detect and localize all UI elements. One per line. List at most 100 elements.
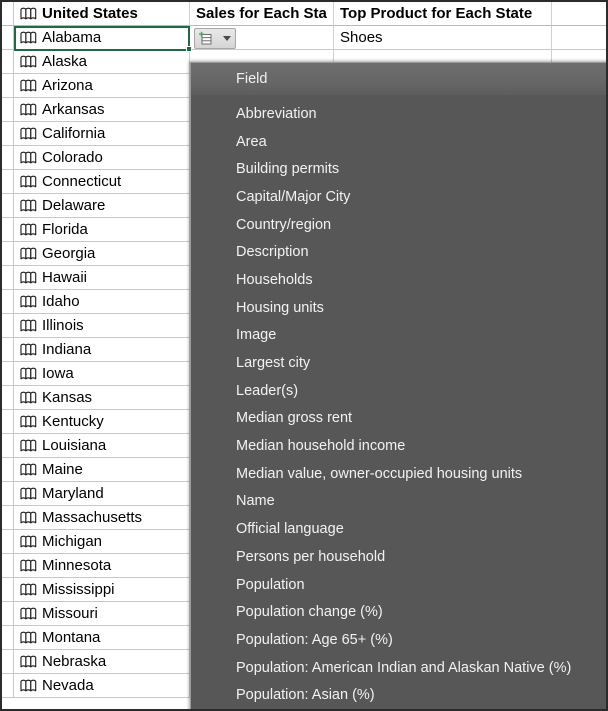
row-gutter [2,458,14,482]
row-gutter [2,146,14,170]
cell-state[interactable]: Minnesota [14,554,190,578]
map-icon [20,415,37,429]
cell-state[interactable]: Florida [14,218,190,242]
cell-state[interactable]: Montana [14,626,190,650]
cell-state[interactable]: Missouri [14,602,190,626]
state-name: Hawaii [42,269,88,286]
field-menu-list[interactable]: Abbreviation Area Building permits Capital/… [191,95,606,709]
row-gutter [2,2,14,26]
field-menu-item[interactable]: Population: American Indian and Alaskan … [191,654,606,682]
row-gutter [2,386,14,410]
state-name: Maryland [42,485,104,502]
field-menu-item[interactable]: Leader(s) [191,377,606,405]
column-header-product[interactable]: Top Product for Each State [334,2,552,26]
field-menu-item[interactable]: Description [191,238,606,266]
field-menu-item[interactable]: Name [191,488,606,516]
cell-state[interactable]: Arizona [14,74,190,98]
state-name: Nebraska [42,653,107,670]
field-menu-item[interactable]: Population: Asian (%) [191,681,606,709]
field-dropdown-menu[interactable]: Field Abbreviation Area Building permits Ca… [190,62,606,709]
row-gutter [2,602,14,626]
insert-data-button[interactable] [194,28,236,49]
map-icon [20,79,37,93]
product-value: Shoes [340,29,383,46]
field-menu-item[interactable]: Median gross rent [191,405,606,433]
state-name: Kansas [42,389,93,406]
field-menu-item[interactable]: Capital/Major City [191,183,606,211]
cell-state[interactable]: Indiana [14,338,190,362]
column-header-state[interactable]: United States [14,2,190,26]
cell-state[interactable]: Idaho [14,290,190,314]
cell-state[interactable]: Maryland [14,482,190,506]
cell-state[interactable]: Alabama [14,26,190,50]
column-header-label: United States [42,5,138,22]
field-menu-item[interactable]: Households [191,266,606,294]
cell-state[interactable]: Illinois [14,314,190,338]
field-menu-item[interactable]: Area [191,128,606,156]
map-icon [20,295,37,309]
cell-state[interactable]: Michigan [14,530,190,554]
cell-state[interactable]: Nevada [14,674,190,698]
spreadsheet-grid[interactable]: United States Sales for Each Sta Top Produ… [0,0,608,711]
map-icon [20,199,37,213]
field-menu-item[interactable]: Abbreviation [191,100,606,128]
field-menu-item[interactable]: Largest city [191,349,606,377]
cell-state[interactable]: Kansas [14,386,190,410]
cell-product[interactable]: Shoes [334,26,552,50]
state-name: Montana [42,629,101,646]
field-menu-item[interactable]: Population [191,571,606,599]
field-menu-item[interactable]: Official language [191,515,606,543]
map-icon [20,223,37,237]
map-icon [20,487,37,501]
row-gutter [2,506,14,530]
row-gutter [2,434,14,458]
cell-state[interactable]: Iowa [14,362,190,386]
row-gutter [2,314,14,338]
cell-state[interactable]: Delaware [14,194,190,218]
field-menu-item[interactable]: Median value, owner-occupied housing uni… [191,460,606,488]
field-menu-item[interactable]: Population change (%) [191,598,606,626]
cell-state[interactable]: Hawaii [14,266,190,290]
map-icon [20,31,37,45]
field-menu-item[interactable]: Population: Age 65+ (%) [191,626,606,654]
state-name: Iowa [42,365,74,382]
field-menu-item[interactable]: Persons per household [191,543,606,571]
cell-state[interactable]: Alaska [14,50,190,74]
column-header-blank[interactable] [552,2,606,26]
cell-state[interactable]: Massachusetts [14,506,190,530]
field-menu-item[interactable]: Image [191,322,606,350]
cell-state[interactable]: Georgia [14,242,190,266]
row-gutter [2,626,14,650]
state-name: Maine [42,461,83,478]
column-header-label: Sales for Each Sta [196,5,327,22]
cell-state[interactable]: Mississippi [14,578,190,602]
row-gutter [2,554,14,578]
map-icon [20,367,37,381]
field-menu-item[interactable]: Country/region [191,211,606,239]
cell-state[interactable]: Kentucky [14,410,190,434]
cell-state[interactable]: California [14,122,190,146]
cell-state[interactable]: Maine [14,458,190,482]
cell-blank[interactable] [552,26,606,50]
fill-handle[interactable] [186,46,192,52]
map-icon [20,583,37,597]
column-header-sales[interactable]: Sales for Each Sta [190,2,334,26]
row-gutter [2,122,14,146]
cell-state[interactable]: Colorado [14,146,190,170]
state-name: Nevada [42,677,94,694]
cell-state[interactable]: Nebraska [14,650,190,674]
insert-data-icon [197,31,213,47]
row-gutter [2,338,14,362]
field-menu-item[interactable]: Housing units [191,294,606,322]
cell-state[interactable]: Louisiana [14,434,190,458]
row-gutter [2,410,14,434]
cell-state[interactable]: Arkansas [14,98,190,122]
map-icon [20,127,37,141]
state-name: Kentucky [42,413,104,430]
state-name: Colorado [42,149,103,166]
table-row[interactable]: Alabama000Shoes [2,26,606,50]
field-menu-item[interactable]: Median household income [191,432,606,460]
field-menu-item[interactable]: Building permits [191,155,606,183]
state-name: Delaware [42,197,106,214]
cell-state[interactable]: Connecticut [14,170,190,194]
